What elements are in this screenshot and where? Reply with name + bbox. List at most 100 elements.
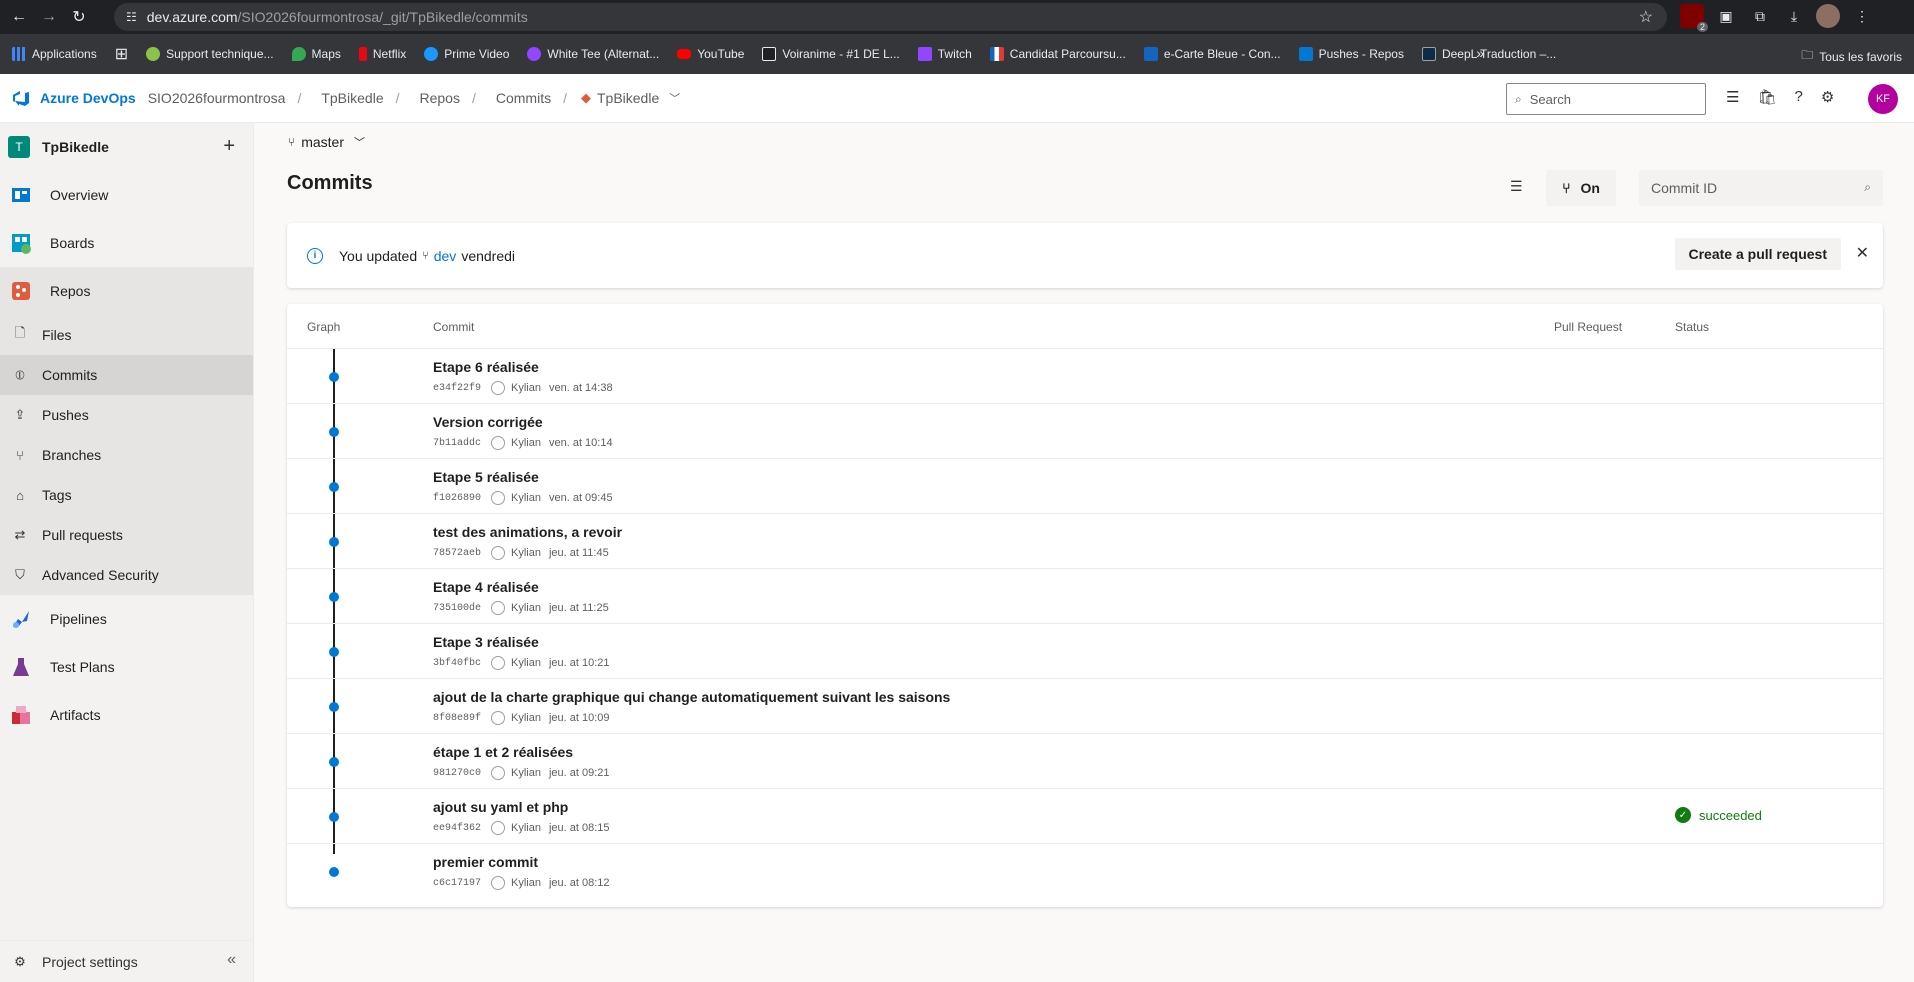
bookmark-applications[interactable]: Applications: [12, 47, 97, 61]
sidebar-sub-files[interactable]: 🗋 Files: [0, 315, 253, 355]
breadcrumb-page[interactable]: Commits: [496, 90, 551, 106]
bookmark-pushes[interactable]: Pushes - Repos: [1298, 47, 1404, 61]
marketplace-icon[interactable]: 🛍: [1757, 88, 1776, 106]
puzzle-icon[interactable]: ⧉: [1748, 4, 1772, 28]
commit-message[interactable]: ajout su yaml et php: [433, 799, 568, 815]
commit-message[interactable]: ajout de la charte graphique qui change …: [433, 689, 950, 705]
extension-icon[interactable]: ▣: [1714, 4, 1738, 28]
address-bar[interactable]: ☷ dev.azure.com /SIO2026fourmontrosa/_gi…: [114, 3, 1667, 31]
commit-hash[interactable]: 7b11addc: [433, 438, 481, 449]
sidebar-item-test-plans[interactable]: Test Plans: [0, 643, 253, 691]
commit-author: Kylian: [511, 602, 541, 614]
graph-toggle-button[interactable]: ⑂ On: [1546, 170, 1616, 206]
sidebar-sub-pushes[interactable]: ⇪ Pushes: [0, 395, 253, 435]
commit-message[interactable]: Etape 3 réalisée: [433, 634, 539, 650]
plus-icon[interactable]: +: [223, 135, 235, 158]
sidebar-sub-advanced-security[interactable]: ⛉ Advanced Security: [0, 555, 253, 595]
search-input[interactable]: ⌕ Search: [1506, 83, 1706, 115]
commit-hash[interactable]: 981270c0: [433, 768, 481, 779]
all-bookmarks[interactable]: 🗀 Tous les favoris: [1801, 46, 1902, 67]
avatar[interactable]: KF: [1868, 84, 1898, 114]
branch-selector[interactable]: ⑂ master ﹀: [288, 134, 365, 150]
site-info-icon[interactable]: ☷: [126, 10, 137, 24]
table-row[interactable]: ajout su yaml et php ee94f362 Kylian jeu. …: [287, 789, 1883, 844]
commit-time: ven. at 10:14: [548, 437, 613, 449]
commit-hash[interactable]: 78572aeb: [433, 548, 481, 559]
commit-hash[interactable]: 735100de: [433, 603, 481, 614]
commit-message[interactable]: premier commit: [433, 854, 538, 870]
banner-branch-link[interactable]: dev: [434, 248, 457, 264]
sidebar-sub-tags[interactable]: ⌂ Tags: [0, 475, 253, 515]
table-row[interactable]: Etape 6 réalisée e34f22f9 Kylian ven. at 1…: [287, 349, 1883, 404]
sidebar-item-pipelines[interactable]: Pipelines: [0, 595, 253, 643]
profile-icon[interactable]: [1816, 4, 1840, 28]
column-header-graph: Graph: [307, 320, 341, 334]
grid-icon[interactable]: ⊞: [115, 44, 128, 64]
sidebar-item-boards[interactable]: Boards: [0, 219, 253, 267]
sidebar-sub-commits[interactable]: ⦶ Commits: [0, 355, 253, 395]
bookmark-youtube[interactable]: YouTube: [677, 47, 744, 61]
create-pull-request-button[interactable]: Create a pull request: [1674, 238, 1841, 270]
sidebar-sub-pull-requests[interactable]: ⇄ Pull requests: [0, 515, 253, 555]
table-row[interactable]: Etape 3 réalisée 3bf40fbc Kylian jeu. at 1…: [287, 624, 1883, 679]
commit-hash[interactable]: 8f08e89f: [433, 713, 481, 724]
commit-message[interactable]: test des animations, a revoir: [433, 524, 622, 540]
breadcrumb-org[interactable]: SIO2026fourmontrosa: [148, 90, 286, 106]
bookmark-parcoursup[interactable]: Candidat Parcoursu...: [989, 47, 1126, 61]
bookmark-whitetee[interactable]: White Tee (Alternat...: [527, 47, 659, 61]
close-icon[interactable]: ✕: [1856, 243, 1869, 263]
bookmark-netflix[interactable]: Netflix: [358, 47, 406, 61]
commit-hash[interactable]: f1026890: [433, 493, 481, 504]
table-row[interactable]: ajout de la charte graphique qui change …: [287, 679, 1883, 734]
repo-selector[interactable]: ◆ TpBikedle ﹀: [581, 90, 680, 106]
sidebar-item-overview[interactable]: Overview: [0, 171, 253, 219]
status-badge[interactable]: ✓ succeeded: [1675, 807, 1762, 823]
help-icon[interactable]: ?: [1795, 88, 1803, 106]
forward-icon[interactable]: →: [34, 2, 64, 32]
commit-id-input[interactable]: Commit ID ⌕: [1639, 170, 1883, 206]
commit-message[interactable]: Etape 6 réalisée: [433, 359, 539, 375]
bookmark-maps[interactable]: Maps: [291, 47, 341, 61]
filter-icon[interactable]: ☰: [1510, 178, 1523, 195]
azure-devops-logo-icon[interactable]: [10, 87, 32, 109]
table-row[interactable]: Etape 4 réalisée 735100de Kylian jeu. at 1…: [287, 569, 1883, 624]
ublock-icon[interactable]: 2: [1680, 4, 1708, 32]
more-bookmarks-icon[interactable]: »: [1476, 45, 1484, 61]
project-settings[interactable]: ⚙ Project settings «: [0, 940, 254, 982]
table-row[interactable]: Version corrigée 7b11addc Kylian ven. at 1…: [287, 404, 1883, 459]
commit-hash[interactable]: e34f22f9: [433, 383, 481, 394]
sidebar-item-repos[interactable]: Repos: [0, 267, 253, 315]
bookmark-support[interactable]: Support technique...: [146, 47, 274, 61]
project-header[interactable]: T TpBikedle +: [0, 123, 253, 171]
table-row[interactable]: test des animations, a revoir 78572aeb Ky…: [287, 514, 1883, 569]
table-row[interactable]: premier commit c6c17197 Kylian jeu. at 08:…: [287, 844, 1883, 899]
commit-hash[interactable]: c6c17197: [433, 878, 481, 889]
bookmark-prime[interactable]: Prime Video: [424, 47, 509, 61]
sidebar-item-artifacts[interactable]: Artifacts: [0, 691, 253, 739]
download-icon[interactable]: ⤓: [1782, 4, 1806, 28]
commit-message[interactable]: étape 1 et 2 réalisées: [433, 744, 573, 760]
back-icon[interactable]: ←: [4, 2, 34, 32]
bookmark-voiranime[interactable]: Voiranime - #1 DE L...: [762, 47, 900, 61]
commit-hash[interactable]: ee94f362: [433, 823, 481, 834]
commit-message[interactable]: Etape 5 réalisée: [433, 469, 539, 485]
commit-message[interactable]: Version corrigée: [433, 414, 543, 430]
collapse-sidebar-icon[interactable]: «: [227, 951, 236, 969]
commit-message[interactable]: Etape 4 réalisée: [433, 579, 539, 595]
work-items-icon[interactable]: ☰: [1726, 88, 1739, 106]
table-row[interactable]: Etape 5 réalisée f1026890 Kylian ven. at 0…: [287, 459, 1883, 514]
bookmark-star-icon[interactable]: ☆: [1639, 7, 1653, 27]
brand-link[interactable]: Azure DevOps: [40, 90, 136, 106]
commit-hash[interactable]: 3bf40fbc: [433, 658, 481, 669]
menu-icon[interactable]: ⋮: [1850, 4, 1874, 28]
bookmark-ecarte[interactable]: e-Carte Bleue - Con...: [1143, 47, 1281, 61]
bookmark-twitch[interactable]: Twitch: [917, 47, 972, 61]
bookmark-deepl[interactable]: DeepL Traduction –...: [1421, 47, 1556, 61]
commit-time: ven. at 14:38: [548, 382, 613, 394]
breadcrumb-project[interactable]: TpBikedle: [321, 90, 383, 106]
sidebar-sub-branches[interactable]: ⑂ Branches: [0, 435, 253, 475]
table-row[interactable]: étape 1 et 2 réalisées 981270c0 Kylian jeu…: [287, 734, 1883, 789]
breadcrumb-section[interactable]: Repos: [420, 90, 460, 106]
reload-icon[interactable]: ↻: [64, 2, 94, 32]
user-settings-icon[interactable]: ⚙: [1821, 88, 1834, 106]
